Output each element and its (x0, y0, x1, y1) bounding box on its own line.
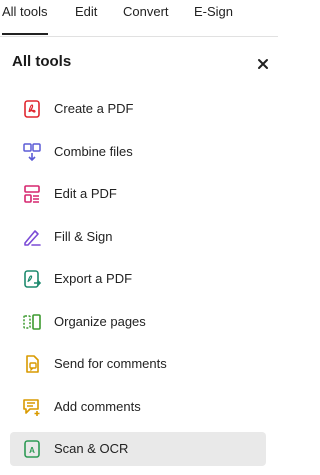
close-button[interactable] (254, 55, 272, 73)
tool-fill-sign[interactable]: Fill & Sign (10, 220, 266, 254)
create-pdf-icon (24, 100, 40, 118)
scan-ocr-icon: A (24, 440, 40, 458)
svg-text:A: A (29, 446, 35, 455)
tool-edit-pdf[interactable]: Edit a PDF (10, 177, 266, 211)
tool-label: Add comments (54, 398, 141, 414)
top-tab-bar: All tools Edit Convert E-Sign (0, 0, 278, 37)
tool-export-pdf[interactable]: Export a PDF (10, 262, 266, 296)
export-pdf-icon (24, 270, 42, 288)
tab-e-sign[interactable]: E-Sign (194, 4, 233, 32)
tool-organize-pages[interactable]: Organize pages (10, 305, 266, 339)
panel-title: All tools (12, 53, 72, 70)
tool-list: Create a PDF Combine files Edit a PDF Fi… (10, 92, 266, 475)
tool-add-comments[interactable]: Add comments (10, 390, 266, 424)
tool-label: Edit a PDF (54, 186, 117, 201)
tab-all-tools[interactable]: All tools (2, 4, 48, 35)
add-comments-icon (23, 398, 40, 416)
tool-send-for-comments[interactable]: Send for comments (10, 347, 266, 381)
send-comments-icon (26, 355, 39, 373)
fill-sign-icon (24, 229, 41, 246)
tool-label: Combine files (54, 143, 133, 159)
tool-label: Create a PDF (54, 101, 134, 116)
tool-label: Fill & Sign (54, 228, 113, 244)
tab-convert[interactable]: Convert (123, 4, 169, 32)
tool-label: Scan & OCR (54, 441, 129, 456)
tab-edit[interactable]: Edit (75, 4, 97, 32)
edit-pdf-icon (24, 185, 40, 203)
tool-create-pdf[interactable]: Create a PDF (10, 92, 266, 126)
tool-label: Export a PDF (54, 271, 133, 286)
organize-pages-icon (23, 313, 41, 330)
close-icon (258, 59, 268, 69)
combine-files-icon (23, 142, 41, 161)
tool-label: Organize pages (54, 313, 146, 329)
tool-combine-files[interactable]: Combine files (10, 135, 266, 169)
tool-scan-ocr[interactable]: A Scan & OCR (10, 432, 266, 466)
tool-label: Send for comments (54, 356, 167, 371)
